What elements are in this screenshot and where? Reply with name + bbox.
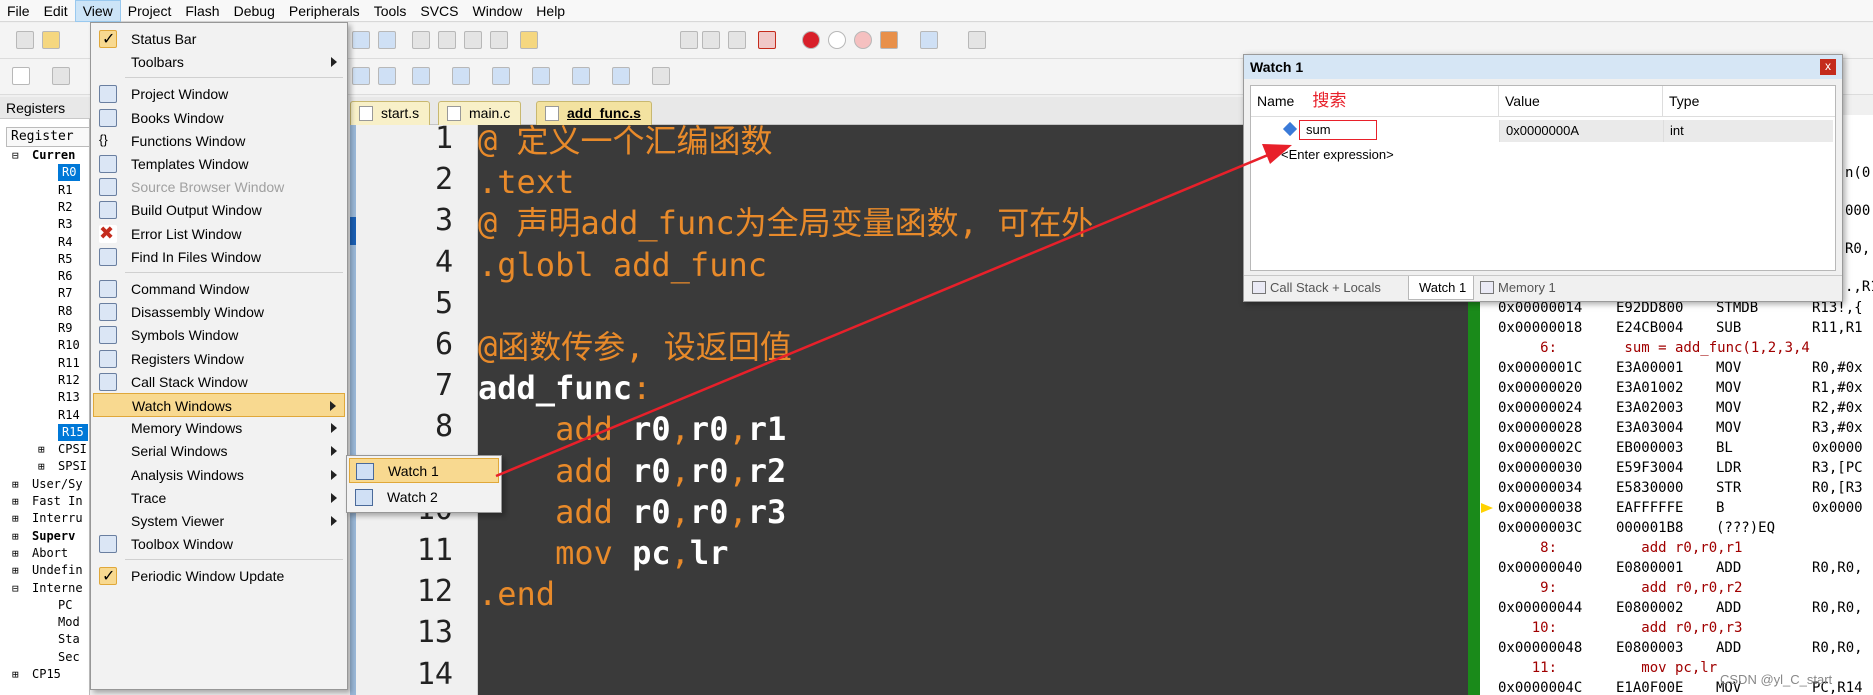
- arrow-head: [1262, 144, 1292, 164]
- watermark: CSDN @yl_C_start: [1720, 672, 1833, 687]
- annotation-arrow: [495, 144, 1292, 478]
- arrow-line: [495, 148, 1281, 478]
